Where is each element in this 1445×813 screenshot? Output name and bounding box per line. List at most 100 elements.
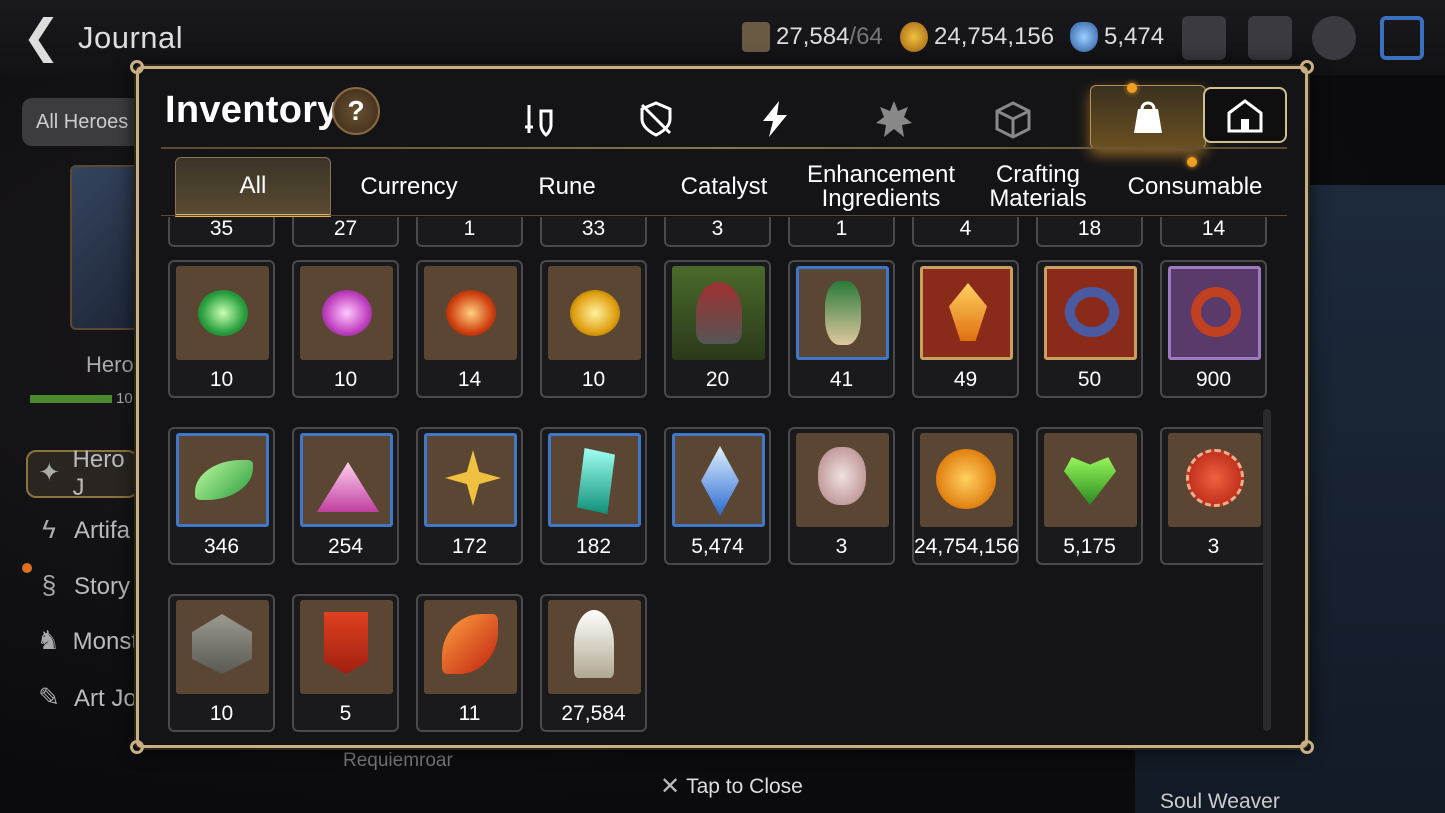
sidebar-item-artifact[interactable]: ϟ Artifa (26, 507, 138, 555)
subtab-all[interactable]: All (175, 157, 331, 217)
tab-materials[interactable] (971, 89, 1055, 149)
tab-storage[interactable] (1203, 87, 1287, 143)
item-slot[interactable]: 172 (416, 427, 523, 565)
item-slot[interactable]: 182 (540, 427, 647, 565)
item-slot[interactable]: 35 (168, 217, 275, 247)
item-count: 3 (1207, 535, 1220, 558)
shop-icon[interactable] (1182, 16, 1226, 60)
item-slot[interactable]: 254 (292, 427, 399, 565)
item-count: 10 (209, 368, 234, 391)
item-slot[interactable]: 10 (540, 260, 647, 398)
stamina-max: /64 (849, 23, 883, 50)
item-slot[interactable]: 3 (664, 217, 771, 247)
ring-icon (1168, 266, 1261, 360)
background-label: Requiemroar (343, 750, 453, 771)
subtab-rune[interactable]: Rune (489, 157, 645, 217)
item-slot[interactable]: 3 (788, 427, 895, 565)
bag-icon (1134, 101, 1162, 133)
item-count: 24,754,156 (914, 535, 1020, 558)
item-slot[interactable]: 49 (912, 260, 1019, 398)
item-slot[interactable]: 5 (292, 594, 399, 732)
item-count: 3 (711, 217, 724, 240)
item-slot[interactable]: 3 (1160, 427, 1267, 565)
item-slot[interactable]: 5,474 (664, 427, 771, 565)
sidebar-item-art[interactable]: ✎ Art Jo (26, 675, 138, 723)
gold-resource[interactable]: 24,754,156 (900, 22, 1054, 52)
item-count: 14 (1201, 217, 1226, 240)
item-slot[interactable]: 5,175 (1036, 427, 1143, 565)
item-slot[interactable]: 27 (292, 217, 399, 247)
inventory-title: Inventory (165, 89, 339, 131)
item-slot[interactable]: 10 (168, 594, 275, 732)
sidebar-item-hero-journal[interactable]: ✦ Hero J (26, 446, 138, 501)
item-count: 11 (458, 702, 481, 725)
top-bar: ❮ Journal 27,584 /64 24,754,156 5,474 (0, 0, 1445, 75)
prism-icon (548, 433, 641, 527)
stamina-icon (742, 22, 770, 52)
item-slot[interactable]: 346 (168, 427, 275, 565)
claw-icon (672, 266, 765, 360)
tab-spirit[interactable] (852, 89, 936, 149)
hero-filter[interactable]: All Heroes (22, 98, 142, 146)
corner-ornament (1300, 60, 1314, 74)
item-slot[interactable]: 50 (1036, 260, 1143, 398)
yellow-rune-icon (548, 266, 641, 360)
lightning-icon: ϟ (42, 514, 56, 544)
help-button[interactable]: ? (332, 87, 380, 135)
item-slot[interactable]: 33 (540, 217, 647, 247)
item-grid: 35 27 1 33 3 1 4 18 14 10 10 14 10 20 41… (165, 217, 1275, 737)
purple-rune-icon (300, 266, 393, 360)
menu-grid-icon[interactable] (1380, 16, 1424, 60)
corner-ornament (1300, 740, 1314, 754)
skystone-item-icon (672, 433, 765, 527)
sidebar-item-story[interactable]: § Story (26, 563, 138, 611)
item-count: 50 (1077, 368, 1102, 391)
tab-bag[interactable] (1090, 85, 1206, 149)
skystone-resource[interactable]: 5,474 (1070, 22, 1164, 52)
subtab-enhancement[interactable]: Enhancement Ingredients (803, 157, 959, 217)
stamina-resource[interactable]: 27,584 /64 (742, 22, 883, 52)
ghost-icon (876, 101, 912, 137)
tab-equipment[interactable] (495, 89, 579, 149)
pendant-icon (1044, 266, 1137, 360)
item-count: 49 (953, 368, 978, 391)
hero-label: Hero (86, 352, 134, 377)
item-slot[interactable]: 10 (292, 260, 399, 398)
item-slot[interactable]: 20 (664, 260, 771, 398)
item-slot[interactable]: 27,584 (540, 594, 647, 732)
item-slot[interactable]: 1 (788, 217, 895, 247)
back-arrow-icon[interactable]: ❮ (22, 13, 66, 59)
item-slot[interactable]: 24,754,156 (912, 427, 1019, 565)
mail-icon[interactable] (1248, 16, 1292, 60)
chat-icon[interactable] (1312, 16, 1356, 60)
item-count: 1 (463, 217, 476, 240)
subtab-currency[interactable]: Currency (331, 157, 487, 217)
item-count: 10 (581, 368, 606, 391)
item-slot[interactable]: 18 (1036, 217, 1143, 247)
compass-stone-icon (176, 600, 269, 694)
item-count: 10 (333, 368, 358, 391)
item-slot[interactable]: 4 (912, 217, 1019, 247)
item-slot[interactable]: 41 (788, 260, 895, 398)
item-slot[interactable]: 14 (1160, 217, 1267, 247)
palette-icon: ✎ (38, 682, 60, 712)
hero-icon: ✦ (38, 457, 61, 487)
item-slot[interactable]: 14 (416, 260, 523, 398)
sidebar-item-monster[interactable]: ♞ Monst (26, 618, 138, 666)
background-label: Soul Weaver (1160, 790, 1280, 813)
corner-ornament (130, 740, 144, 754)
item-slot[interactable]: 900 (1160, 260, 1267, 398)
hero-count: 10 (116, 390, 133, 407)
scrollbar[interactable] (1263, 409, 1271, 731)
item-count: 41 (829, 368, 854, 391)
item-slot[interactable]: 10 (168, 260, 275, 398)
close-button[interactable]: ✕ Tap to Close (660, 772, 803, 801)
tab-artifact[interactable] (733, 89, 817, 149)
notification-dot (1187, 157, 1197, 167)
item-slot[interactable]: 11 (416, 594, 523, 732)
subtab-catalyst[interactable]: Catalyst (646, 157, 802, 217)
knight-piece-icon (548, 600, 641, 694)
item-slot[interactable]: 1 (416, 217, 523, 247)
subtab-crafting[interactable]: Crafting Materials (960, 157, 1116, 217)
tab-defense[interactable] (614, 89, 698, 149)
